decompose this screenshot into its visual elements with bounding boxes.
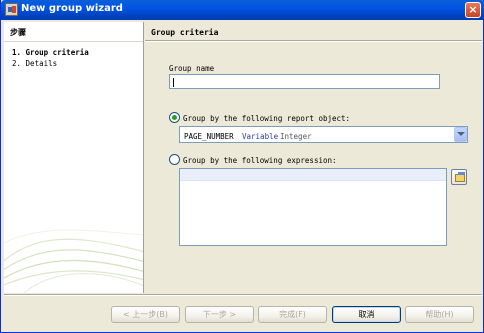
section-title: Group criteria: [151, 28, 219, 37]
help-button[interactable]: 帮助(H): [405, 306, 474, 323]
report-object-radio[interactable]: [169, 112, 180, 123]
step-group-criteria[interactable]: 1. Group criteria: [12, 48, 89, 57]
finish-button[interactable]: 完成(F): [258, 306, 327, 323]
text-caret: [173, 78, 174, 87]
expression-current-line: [180, 169, 446, 181]
expression-input[interactable]: [179, 168, 447, 246]
close-button[interactable]: ×: [465, 2, 481, 18]
steps-header: 步骤: [4, 22, 143, 42]
combo-object-type: Integer: [280, 132, 312, 141]
step-details[interactable]: 2. Details: [12, 59, 57, 68]
decorative-swirl-graphic: [4, 229, 143, 293]
wizard-window: New group wizard × 步骤 1. Group criteria …: [0, 0, 484, 333]
combo-object-name: PAGE_NUMBER: [184, 132, 234, 141]
cancel-button[interactable]: 取消: [332, 306, 401, 323]
footer-divider: [4, 294, 482, 296]
section-divider: [145, 40, 482, 42]
report-object-combo[interactable]: PAGE_NUMBER Variable Integer: [179, 126, 468, 143]
combo-object-kind: Variable: [242, 132, 279, 141]
next-button[interactable]: 下一步 >: [185, 306, 254, 323]
steps-panel: 步骤 1. Group criteria 2. Details: [4, 22, 144, 293]
report-object-label[interactable]: Group by the following report object:: [183, 114, 350, 123]
criteria-panel: Group criteria Group name Group by the f…: [145, 22, 482, 293]
window-title: New group wizard: [21, 3, 123, 14]
back-button[interactable]: < 上一步(B): [111, 306, 180, 323]
expression-builder-icon[interactable]: [451, 169, 467, 185]
group-name-label: Group name: [169, 64, 215, 73]
chevron-down-icon[interactable]: [454, 127, 467, 142]
title-bar[interactable]: New group wizard ×: [1, 0, 484, 20]
expression-radio[interactable]: [169, 154, 180, 165]
app-icon: [5, 3, 18, 16]
expression-label[interactable]: Group by the following expression:: [183, 156, 337, 165]
group-name-input[interactable]: [169, 74, 440, 89]
